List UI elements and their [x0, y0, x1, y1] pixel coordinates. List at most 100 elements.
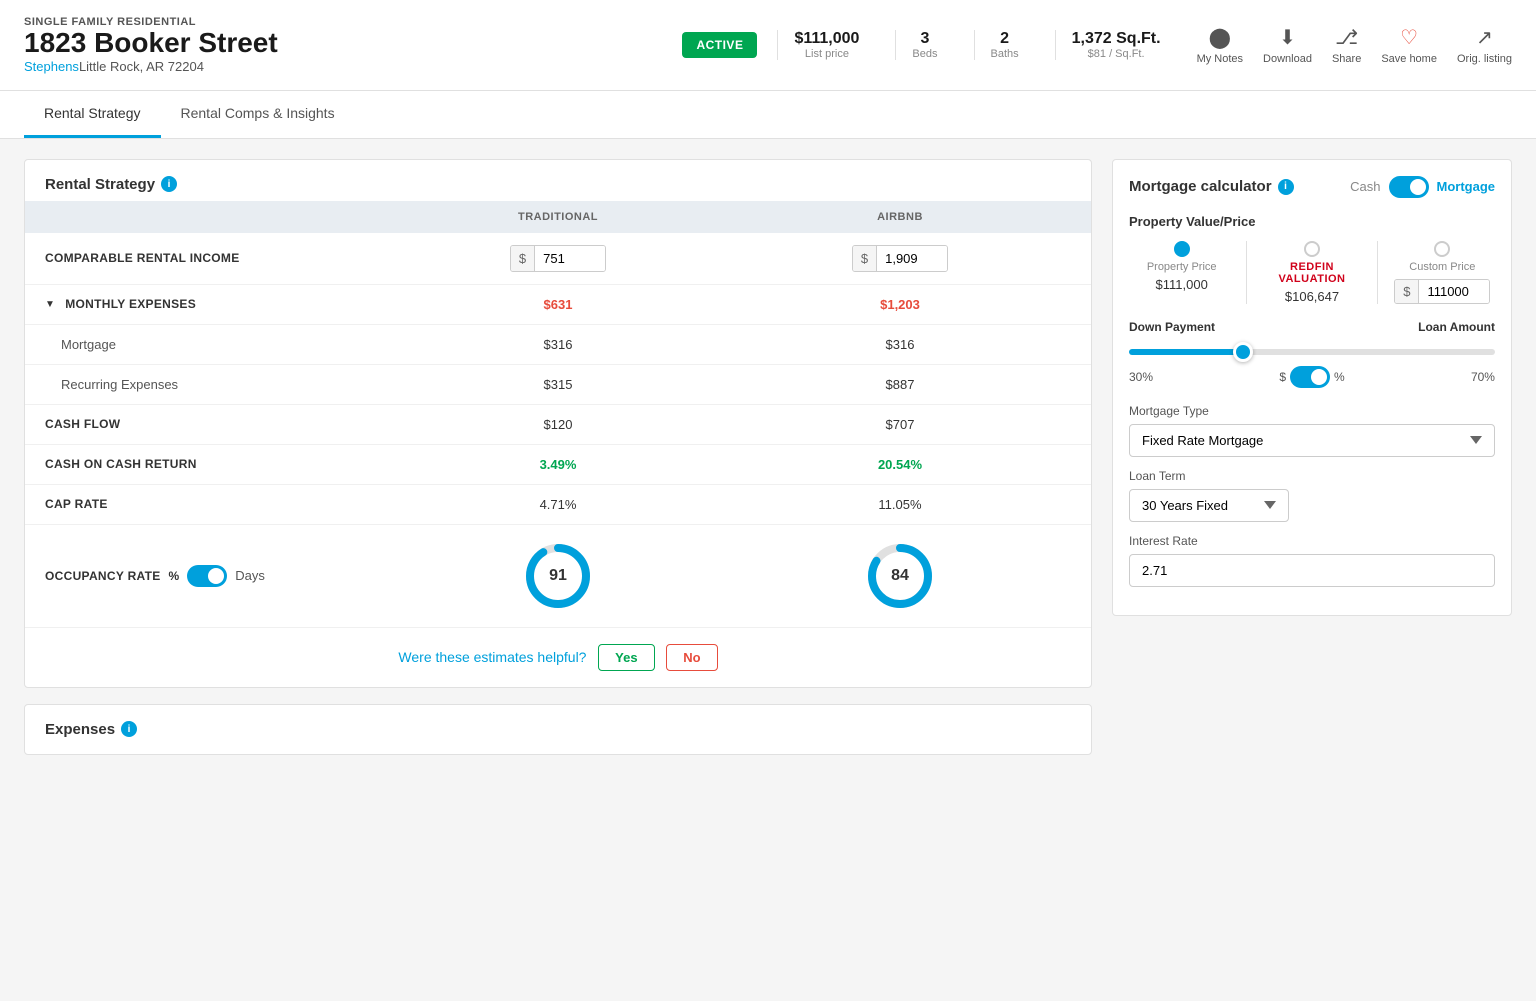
- col-empty: [45, 211, 387, 223]
- traditional-expenses-value: $631: [387, 297, 729, 312]
- occupancy-toggle-slider: [187, 565, 227, 587]
- mortgage-type-select[interactable]: Fixed Rate Mortgage Adjustable Rate Mort…: [1129, 424, 1495, 457]
- property-price-radio[interactable]: [1174, 241, 1190, 257]
- tab-rental-strategy[interactable]: Rental Strategy: [24, 91, 161, 138]
- dp-unit-slider: [1290, 366, 1330, 388]
- dollar-prefix-2: $: [853, 246, 877, 271]
- list-price-block: $111,000 List price: [777, 30, 875, 60]
- airbnb-mortgage-value: $316: [729, 337, 1071, 352]
- header: Single Family Residential 1823 Booker St…: [0, 0, 1536, 91]
- dp-pct-left: 30%: [1129, 370, 1153, 384]
- occupancy-label: OCCUPANCY RATE: [45, 569, 161, 583]
- occupancy-toggle[interactable]: [187, 565, 227, 587]
- mortgage-mode-slider: [1389, 176, 1429, 198]
- pct-label: %: [169, 569, 180, 583]
- redfin-valuation-option: REDFIN valuation $106,647: [1259, 241, 1364, 304]
- loan-amount-label: Loan Amount: [1418, 320, 1495, 334]
- header-actions: ⬤ My Notes ⬇ Download ⎇ Share ♡ Save hom…: [1197, 25, 1512, 65]
- col-airbnb: AIRBNB: [729, 211, 1071, 223]
- down-payment-section: Down Payment Loan Amount 30% $ %: [1129, 320, 1495, 388]
- property-address: StephensLittle Rock, AR 72204: [24, 59, 662, 74]
- price-options: Property Price $111,000 REDFIN valuation…: [1129, 241, 1495, 304]
- monthly-expenses-row: ▼ MONTHLY EXPENSES $631 $1,203: [25, 285, 1091, 325]
- yes-button[interactable]: Yes: [598, 644, 654, 671]
- expenses-section: Expenses i: [24, 704, 1092, 755]
- sqft-value: 1,372 Sq.Ft.: [1072, 30, 1161, 48]
- cap-rate-label: CAP RATE: [45, 497, 387, 511]
- city-state: Little Rock, AR 72204: [79, 59, 204, 74]
- mortgage-row: Mortgage $316 $316: [25, 325, 1091, 365]
- down-payment-label: Down Payment: [1129, 320, 1215, 334]
- airbnb-income-input[interactable]: [877, 246, 947, 271]
- custom-price-radio[interactable]: [1434, 241, 1450, 257]
- traditional-donut: 91: [523, 541, 593, 611]
- col-traditional: TRADITIONAL: [387, 211, 729, 223]
- neighborhood-link[interactable]: Stephens: [24, 59, 79, 74]
- occupancy-row: OCCUPANCY RATE % Days 91: [25, 525, 1091, 628]
- interest-rate-input[interactable]: [1129, 554, 1495, 587]
- save-home-button[interactable]: ♡ Save home: [1381, 25, 1437, 65]
- recurring-expenses-row: Recurring Expenses $315 $887: [25, 365, 1091, 405]
- status-badge: ACTIVE: [682, 32, 757, 58]
- save-label: Save home: [1381, 53, 1437, 65]
- download-icon: ⬇: [1279, 25, 1296, 50]
- baths-block: 2 Baths: [974, 30, 1035, 60]
- orig-listing-button[interactable]: ↗ Orig. listing: [1457, 25, 1512, 65]
- orig-label: Orig. listing: [1457, 53, 1512, 65]
- collapse-arrow[interactable]: ▼: [45, 299, 55, 310]
- redfin-value: $106,647: [1285, 289, 1339, 304]
- custom-price-option: Custom Price $: [1390, 241, 1495, 304]
- interest-rate-label: Interest Rate: [1129, 534, 1495, 548]
- traditional-recurring-value: $315: [387, 377, 729, 392]
- list-price-value: $111,000: [794, 30, 859, 48]
- vertical-divider-1: [1246, 241, 1247, 304]
- rental-strategy-info-icon[interactable]: i: [161, 176, 177, 192]
- interest-rate-section: Interest Rate: [1129, 534, 1495, 587]
- mortgage-info-icon[interactable]: i: [1278, 179, 1294, 195]
- share-button[interactable]: ⎇ Share: [1332, 25, 1361, 65]
- dp-header: Down Payment Loan Amount: [1129, 320, 1495, 334]
- cash-mortgage-toggle: Cash Mortgage: [1350, 176, 1495, 198]
- traditional-mortgage-value: $316: [387, 337, 729, 352]
- expenses-info-icon[interactable]: i: [121, 721, 137, 737]
- monthly-expenses-label: ▼ MONTHLY EXPENSES: [45, 297, 387, 311]
- traditional-income-input[interactable]: [535, 246, 605, 271]
- mortgage-label: Mortgage: [45, 337, 387, 352]
- my-notes-button[interactable]: ⬤ My Notes: [1197, 25, 1243, 65]
- cash-flow-row: CASH FLOW $120 $707: [25, 405, 1091, 445]
- notes-label: My Notes: [1197, 53, 1243, 65]
- mortgage-header: Mortgage calculator i Cash Mortgage: [1129, 176, 1495, 198]
- mortgage-mode-toggle[interactable]: [1389, 176, 1429, 198]
- airbnb-income-input-group: $: [729, 245, 1071, 272]
- traditional-cash-flow: $120: [387, 417, 729, 432]
- download-button[interactable]: ⬇ Download: [1263, 25, 1312, 65]
- airbnb-cap-rate: 11.05%: [729, 497, 1071, 512]
- no-button[interactable]: No: [666, 644, 717, 671]
- airbnb-expenses-value: $1,203: [729, 297, 1071, 312]
- traditional-income-field[interactable]: $: [510, 245, 606, 272]
- airbnb-income-field[interactable]: $: [852, 245, 948, 272]
- dp-toggle: $ %: [1279, 366, 1344, 388]
- rental-strategy-card: Rental Strategy i TRADITIONAL AIRBNB COM…: [24, 159, 1092, 688]
- dp-unit-toggle[interactable]: [1290, 366, 1330, 388]
- traditional-income-input-group: $: [387, 245, 729, 272]
- tab-bar: Rental Strategy Rental Comps & Insights: [0, 91, 1536, 139]
- sqft-price: $81 / Sq.Ft.: [1072, 48, 1161, 60]
- loan-term-select[interactable]: 30 Years Fixed 15 Years Fixed 10 Years F…: [1129, 489, 1289, 522]
- redfin-label: REDFIN valuation: [1259, 261, 1364, 285]
- baths-value: 2: [991, 30, 1019, 48]
- mortgage-type-label: Mortgage Type: [1129, 404, 1495, 418]
- down-payment-slider[interactable]: [1129, 349, 1495, 355]
- beds-block: 3 Beds: [895, 30, 953, 60]
- mortgage-title: Mortgage calculator i: [1129, 178, 1294, 195]
- custom-dollar-prefix: $: [1395, 280, 1419, 303]
- custom-price-input[interactable]: [1419, 280, 1489, 303]
- tab-rental-comps[interactable]: Rental Comps & Insights: [161, 91, 355, 138]
- baths-label: Baths: [991, 48, 1019, 60]
- heart-icon: ♡: [1400, 25, 1418, 50]
- mortgage-type-section: Mortgage Type Fixed Rate Mortgage Adjust…: [1129, 404, 1495, 457]
- airbnb-donut-container: 84: [729, 541, 1071, 611]
- redfin-valuation-radio[interactable]: [1304, 241, 1320, 257]
- custom-price-input-group[interactable]: $: [1394, 279, 1490, 304]
- helpful-text: Were these estimates helpful?: [398, 649, 586, 665]
